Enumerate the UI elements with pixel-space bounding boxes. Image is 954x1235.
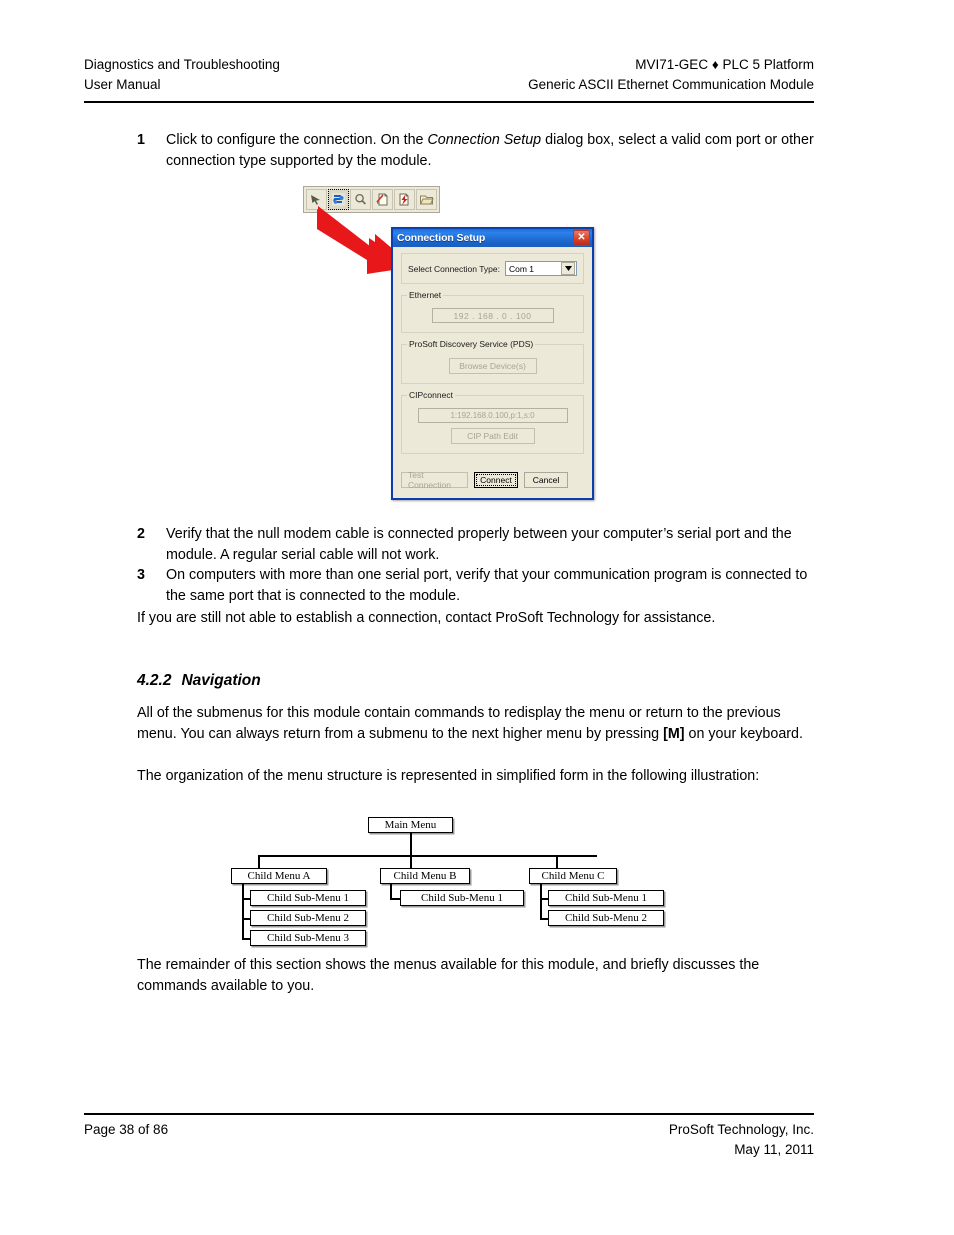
step-list-first: 1 Click to configure the connection. On … — [137, 130, 817, 171]
close-icon[interactable]: ✕ — [573, 230, 590, 246]
connect-button[interactable]: Connect — [474, 472, 518, 488]
section-number: 4.2.2 — [137, 672, 172, 689]
tree-node-child-c-sub-2: Child Sub-Menu 2 — [548, 910, 664, 926]
list-item: 3 On computers with more than one serial… — [137, 565, 817, 606]
tree-node-child-b-sub-1: Child Sub-Menu 1 — [400, 890, 524, 906]
tree-connector — [540, 884, 542, 919]
test-connection-button[interactable]: Test Connection — [401, 470, 468, 490]
ethernet-group: Ethernet 192 . 168 . 0 . 100 — [401, 290, 584, 333]
magnifier-icon — [355, 193, 366, 205]
connection-type-label: Select Connection Type: — [408, 263, 500, 274]
dialog-title-bar[interactable]: Connection Setup ✕ — [393, 229, 592, 247]
tree-connector — [242, 884, 244, 939]
connection-setup-figure: Connection Setup ✕ Select Connection Typ… — [303, 186, 603, 506]
tree-node-child-a-sub-2: Child Sub-Menu 2 — [250, 910, 366, 926]
tree-node-root: Main Menu — [368, 817, 453, 833]
chevron-down-icon[interactable] — [561, 262, 575, 275]
connection-setup-icon — [332, 193, 345, 206]
cipconnect-group-legend: CIPconnect — [407, 390, 455, 400]
tree-connector — [390, 884, 392, 899]
list-item: 1 Click to configure the connection. On … — [137, 130, 817, 171]
step-list-rest: 2 Verify that the null modem cable is co… — [137, 524, 817, 606]
dialog-button-bar: Test Connection Connect Cancel — [401, 470, 584, 490]
navigation-paragraph-1: All of the submenus for this module cont… — [137, 703, 813, 744]
step-text: Click to configure the connection. On th… — [166, 130, 817, 171]
section-heading: 4.2.2 Navigation — [137, 672, 261, 690]
connection-type-row: Select Connection Type: Com 1 — [401, 253, 584, 284]
dialog-body: Select Connection Type: Com 1 Ethernet 1… — [393, 247, 592, 498]
tree-node-child-a: Child Menu A — [231, 868, 327, 884]
connection-type-value: Com 1 — [509, 263, 535, 274]
tree-node-child-c-sub-1: Child Sub-Menu 1 — [548, 890, 664, 906]
ethernet-ip-input[interactable]: 192 . 168 . 0 . 100 — [431, 308, 554, 323]
menu-structure-diagram: Main Menu Child Menu A Child Sub-Menu 1 … — [222, 814, 692, 950]
pds-group: ProSoft Discovery Service (PDS) Browse D… — [401, 339, 584, 384]
tree-connector — [258, 855, 597, 857]
nav-p1-key: [M] — [663, 725, 685, 742]
step-text: Verify that the null modem cable is conn… — [166, 526, 792, 563]
section-title: Navigation — [181, 672, 261, 689]
footer-divider — [84, 1113, 814, 1115]
cipconnect-group: CIPconnect 1:192.168.0.100,p:1,s:0 CIP P… — [401, 390, 584, 454]
tree-node-child-a-sub-3: Child Sub-Menu 3 — [250, 930, 366, 946]
list-item: 2 Verify that the null modem cable is co… — [137, 524, 817, 565]
connection-type-select[interactable]: Com 1 — [505, 261, 577, 276]
header-left-line2: User Manual — [84, 77, 161, 92]
tree-node-child-c: Child Menu C — [529, 868, 617, 884]
document-page: Diagnostics and Troubleshooting MVI71-GE… — [0, 0, 954, 1235]
header-left-line1: Diagnostics and Troubleshooting — [84, 57, 280, 72]
header-right-line1: MVI71-GEC ♦ PLC 5 Platform — [635, 57, 814, 72]
header-right-line2: Generic ASCII Ethernet Communication Mod… — [528, 77, 814, 92]
footer-company: ProSoft Technology, Inc. — [668, 1122, 814, 1137]
cip-path-input[interactable]: 1:192.168.0.100,p:1,s:0 — [417, 408, 568, 423]
tree-node-child-a-sub-1: Child Sub-Menu 1 — [250, 890, 366, 906]
connection-help-paragraph: If you are still not able to establish a… — [137, 610, 716, 626]
closing-paragraph: The remainder of this section shows the … — [137, 957, 760, 994]
step-text: On computers with more than one serial p… — [166, 567, 808, 604]
cursor-arrow-icon-button[interactable] — [306, 189, 327, 210]
navigation-paragraph-2: The organization of the menu structure i… — [137, 768, 760, 784]
open-folder-icon-button[interactable] — [416, 189, 437, 210]
header-divider — [84, 101, 814, 103]
step-number: 3 — [137, 567, 145, 583]
browse-devices-button[interactable]: Browse Device(s) — [448, 358, 537, 374]
step1-text-before: Click to configure the connection. On th… — [166, 132, 428, 148]
tree-connector — [258, 855, 260, 869]
ethernet-group-legend: Ethernet — [407, 290, 444, 300]
tree-connector — [556, 855, 558, 869]
footer-date: May 11, 2011 — [734, 1142, 814, 1157]
step1-emphasis: Connection Setup — [427, 132, 542, 148]
magnifier-icon-button[interactable] — [350, 189, 371, 210]
tree-node-child-b: Child Menu B — [380, 868, 470, 884]
cip-path-edit-button[interactable]: CIP Path Edit — [450, 428, 535, 444]
pds-group-legend: ProSoft Discovery Service (PDS) — [407, 339, 536, 349]
cancel-button[interactable]: Cancel — [524, 472, 568, 488]
nav-p1-after: on your keyboard. — [684, 725, 803, 742]
connection-setup-dialog[interactable]: Connection Setup ✕ Select Connection Typ… — [391, 227, 594, 500]
document-pencil-icon — [376, 193, 388, 206]
document-lightning-icon-button[interactable] — [394, 189, 415, 210]
dialog-title: Connection Setup — [397, 232, 486, 244]
step-number: 1 — [137, 132, 145, 148]
tree-connector — [410, 833, 412, 856]
document-lightning-icon — [399, 193, 409, 206]
page-header: Diagnostics and Troubleshooting MVI71-GE… — [84, 55, 814, 95]
open-folder-icon — [419, 195, 434, 205]
document-pencil-icon-button[interactable] — [372, 189, 393, 210]
footer-page-number: Page 38 of 86 — [84, 1122, 169, 1137]
page-footer: Page 38 of 86 ProSoft Technology, Inc. M… — [84, 1120, 814, 1160]
application-toolbar[interactable] — [303, 186, 440, 213]
tree-connector — [410, 855, 412, 869]
chevron-down-glyph — [564, 266, 572, 271]
connection-setup-icon-button[interactable] — [328, 189, 349, 210]
step-number: 2 — [137, 526, 145, 542]
cursor-arrow-icon — [311, 195, 320, 205]
